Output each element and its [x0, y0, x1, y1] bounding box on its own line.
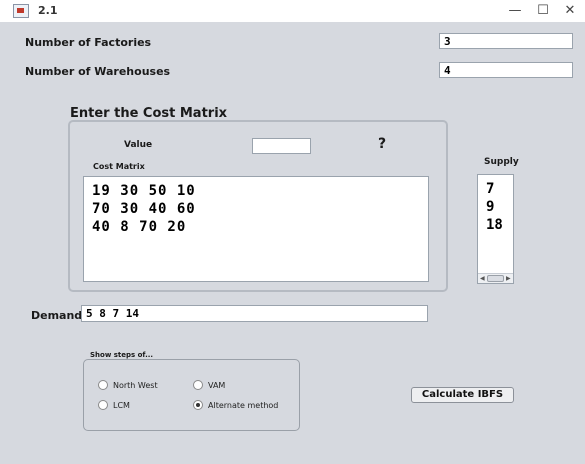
matrix-row: 40 8 70 20: [92, 219, 187, 235]
steps-panel: [83, 359, 300, 431]
value-input[interactable]: [252, 138, 311, 154]
warehouses-label: Number of Warehouses: [25, 65, 171, 78]
cost-matrix-textarea[interactable]: 19 30 50 10 70 30 40 60 40 8 70 20: [83, 176, 429, 282]
demand-input[interactable]: 5 8 7 14: [81, 305, 428, 322]
matrix-row: 19 30 50 10: [92, 183, 196, 199]
radio-label: LCM: [113, 400, 130, 410]
radio-label: VAM: [208, 380, 226, 390]
scrollbar-thumb[interactable]: [487, 275, 504, 282]
supply-row: 7: [486, 181, 495, 197]
radio-alternate-method[interactable]: Alternate method: [193, 400, 278, 410]
radio-indicator-selected: [193, 400, 203, 410]
radio-north-west[interactable]: North West: [98, 380, 158, 390]
value-label: Value: [124, 140, 153, 150]
title-bar: 2.1 — ☐ ✕: [0, 0, 585, 22]
cost-matrix-title: Enter the Cost Matrix: [70, 106, 228, 121]
help-icon[interactable]: ?: [378, 136, 386, 152]
supply-scrollbar[interactable]: ◀ ▶: [478, 273, 513, 283]
window-title: 2.1: [38, 4, 58, 17]
supply-row: 9: [486, 199, 495, 215]
radio-label: North West: [113, 380, 158, 390]
maximize-button[interactable]: ☐: [531, 2, 555, 20]
steps-title: Show steps of...: [90, 351, 154, 359]
warehouses-input[interactable]: 4: [439, 62, 573, 78]
radio-vam[interactable]: VAM: [193, 380, 225, 390]
radio-lcm[interactable]: LCM: [98, 400, 130, 410]
supply-textarea[interactable]: 7 9 18: [477, 174, 514, 284]
matrix-row: 70 30 40 60: [92, 201, 196, 217]
cost-matrix-label: Cost Matrix: [93, 162, 145, 171]
supply-label: Supply: [484, 157, 519, 167]
radio-indicator: [98, 380, 108, 390]
demand-label: Demand: [31, 309, 83, 322]
close-button[interactable]: ✕: [558, 2, 582, 20]
minimize-button[interactable]: —: [503, 2, 527, 20]
factories-label: Number of Factories: [25, 36, 152, 49]
factories-input[interactable]: 3: [439, 33, 573, 49]
radio-indicator: [98, 400, 108, 410]
app-icon: [13, 4, 29, 18]
supply-row: 18: [486, 217, 503, 233]
scroll-left-icon[interactable]: ◀: [480, 274, 485, 283]
radio-indicator: [193, 380, 203, 390]
radio-label: Alternate method: [208, 400, 279, 410]
scroll-right-icon[interactable]: ▶: [506, 274, 511, 283]
calculate-ibfs-button[interactable]: Calculate IBFS: [411, 387, 514, 403]
